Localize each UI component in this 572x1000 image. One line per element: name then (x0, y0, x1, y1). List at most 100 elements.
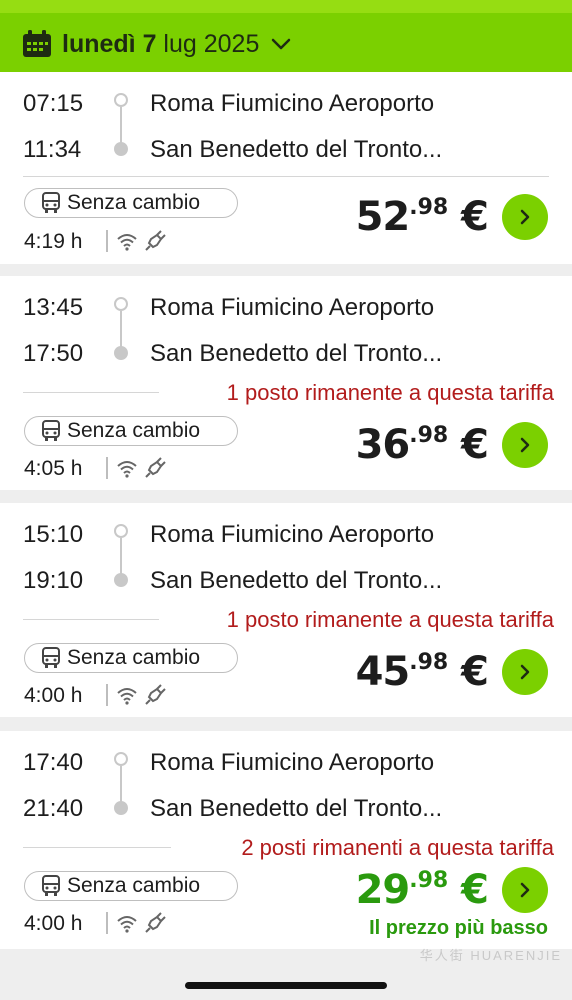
arrival-dot (114, 346, 128, 360)
date-selector[interactable]: lunedì 7 lug 2025 (22, 24, 291, 64)
destination-station: San Benedetto del Tronto... (150, 795, 443, 822)
date-number: 7 (142, 29, 157, 58)
price-cents: .98 (409, 868, 449, 893)
price-cents: .98 (409, 650, 449, 675)
transfer-label: Senza cambio (67, 646, 201, 669)
route-line (120, 538, 122, 574)
price: 29.98 € (355, 867, 489, 913)
destination-station: San Benedetto del Tronto... (150, 567, 443, 594)
transfer-badge: Senza cambio (24, 416, 238, 446)
route-line (120, 766, 122, 802)
departure-time: 07:15 (23, 90, 84, 117)
origin-station: Roma Fiumicino Aeroporto (150, 521, 435, 548)
price-currency: € (461, 649, 489, 695)
wifi-icon (117, 461, 137, 478)
availability-notice: 1 posto rimanente a questa tariffa (226, 607, 554, 632)
trip-card[interactable]: 17:40 21:40 Roma Fiumicino Aeroporto San… (0, 731, 572, 949)
separator (106, 230, 108, 252)
duration: 4:00 h (24, 912, 83, 935)
trip-card[interactable]: 15:10 19:10 Roma Fiumicino Aeroporto San… (0, 503, 572, 717)
bus-icon (42, 420, 60, 441)
transfer-badge: Senza cambio (24, 643, 238, 673)
price: 45.98 € (355, 649, 489, 695)
bus-icon (42, 647, 60, 668)
departure-dot (114, 524, 128, 538)
separator (106, 457, 108, 479)
bus-icon (42, 192, 60, 213)
destination-station: San Benedetto del Tronto... (150, 340, 443, 367)
select-trip-button[interactable] (502, 194, 548, 240)
transfer-label: Senza cambio (67, 419, 201, 442)
separator (106, 684, 108, 706)
origin-station: Roma Fiumicino Aeroporto (150, 90, 435, 117)
divider (23, 619, 159, 620)
availability-notice: 2 posti rimanenti a questa tariffa (241, 835, 554, 860)
price-main: 52 (355, 194, 411, 240)
divider (23, 392, 159, 393)
price-currency: € (461, 867, 489, 913)
date-label: lunedì 7 lug 2025 (62, 30, 259, 59)
wifi-icon (117, 234, 137, 251)
power-plug-icon (145, 457, 166, 478)
amenities (116, 457, 166, 479)
date-month-year: lug 2025 (163, 29, 260, 58)
select-trip-button[interactable] (502, 649, 548, 695)
price: 52.98 € (355, 194, 489, 240)
arrival-time: 17:50 (23, 340, 84, 367)
availability-notice: 1 posto rimanente a questa tariffa (226, 380, 554, 405)
departure-time: 17:40 (23, 749, 84, 776)
destination-station: San Benedetto del Tronto... (150, 136, 443, 163)
arrival-time: 19:10 (23, 567, 84, 594)
duration: 4:00 h (24, 684, 83, 707)
origin-station: Roma Fiumicino Aeroporto (150, 749, 435, 776)
select-trip-button[interactable] (502, 422, 548, 468)
arrival-dot (114, 801, 128, 815)
price-main: 36 (355, 422, 411, 468)
watermark: 华人街 HUARENJIE (419, 948, 562, 963)
transfer-label: Senza cambio (67, 874, 201, 897)
arrival-time: 11:34 (23, 136, 82, 163)
transfer-badge: Senza cambio (24, 188, 238, 218)
status-strip (0, 0, 572, 13)
trip-card[interactable]: 13:45 17:50 Roma Fiumicino Aeroporto San… (0, 276, 572, 490)
duration: 4:19 h (24, 230, 83, 253)
calendar-icon (23, 30, 51, 57)
duration: 4:05 h (24, 457, 83, 480)
divider (23, 847, 171, 848)
departure-dot (114, 752, 128, 766)
departure-time: 15:10 (23, 521, 84, 548)
arrival-dot (114, 142, 128, 156)
separator (106, 912, 108, 934)
wifi-icon (117, 688, 137, 705)
arrival-dot (114, 573, 128, 587)
route-line (120, 107, 122, 143)
power-plug-icon (145, 912, 166, 933)
select-trip-button[interactable] (502, 867, 548, 913)
departure-dot (114, 93, 128, 107)
price-cents: .98 (409, 423, 449, 448)
divider (23, 176, 549, 177)
transfer-badge: Senza cambio (24, 871, 238, 901)
price: 36.98 € (355, 422, 489, 468)
chevron-down-icon (272, 38, 291, 50)
chevron-right-icon (520, 882, 530, 898)
price-currency: € (461, 194, 489, 240)
chevron-right-icon (520, 209, 530, 225)
amenities (116, 230, 166, 252)
arrival-time: 21:40 (23, 795, 84, 822)
top-bar: lunedì 7 lug 2025 (0, 0, 572, 72)
route-line (120, 311, 122, 347)
bus-icon (42, 875, 60, 896)
home-indicator[interactable] (185, 982, 387, 989)
power-plug-icon (145, 684, 166, 705)
lowest-price-badge: Il prezzo più basso (369, 917, 548, 939)
chevron-right-icon (520, 664, 530, 680)
price-main: 29 (355, 867, 411, 913)
wifi-icon (117, 916, 137, 933)
power-plug-icon (145, 230, 166, 251)
price-main: 45 (355, 649, 411, 695)
departure-time: 13:45 (23, 294, 84, 321)
amenities (116, 912, 166, 934)
trip-card[interactable]: 07:15 11:34 Roma Fiumicino Aeroporto San… (0, 72, 572, 264)
chevron-right-icon (520, 437, 530, 453)
